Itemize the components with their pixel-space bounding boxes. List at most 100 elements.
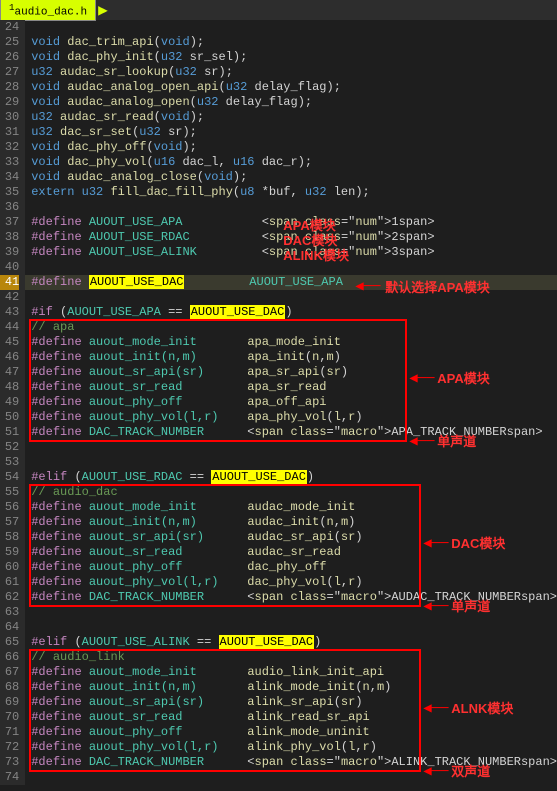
arrow-icon: ◀──: [409, 433, 434, 450]
code-editor[interactable]: 2425262728293031323334353637383940414243…: [0, 20, 557, 785]
label-dual-ch: 双声道: [451, 761, 490, 780]
line-number: 32: [0, 140, 19, 155]
line-number: 64: [0, 620, 19, 635]
line-number: 71: [0, 725, 19, 740]
line-number: 36: [0, 200, 19, 215]
line-number: 31: [0, 125, 19, 140]
code-line[interactable]: // apa: [25, 320, 557, 335]
line-number: 45: [0, 335, 19, 350]
line-number: 65: [0, 635, 19, 650]
code-line[interactable]: // audio_link: [25, 650, 557, 665]
code-line[interactable]: void dac_phy_off(void);: [25, 140, 557, 155]
line-number: 35: [0, 185, 19, 200]
line-number: 56: [0, 500, 19, 515]
code-line[interactable]: #define auout_phy_vol(l,r) alink_phy_vol…: [25, 740, 557, 755]
arrow-icon: ◀──: [355, 278, 380, 295]
line-number: 57: [0, 515, 19, 530]
tab-bar: 1audio_dac.h ▶: [0, 0, 557, 20]
label-default-sel: 默认选择APA模块: [385, 277, 489, 296]
label-alnk-block: ALNK模块: [451, 698, 513, 717]
line-number: 66: [0, 650, 19, 665]
code-line[interactable]: u32 dac_sr_set(u32 sr);: [25, 125, 557, 140]
code-line[interactable]: extern u32 fill_dac_fill_phy(u8 *buf, u3…: [25, 185, 557, 200]
line-number: 67: [0, 665, 19, 680]
line-number: 47: [0, 365, 19, 380]
code-line[interactable]: #define auout_phy_off apa_off_api: [25, 395, 557, 410]
code-line[interactable]: #define auout_mode_init audio_link_init_…: [25, 665, 557, 680]
line-number: 63: [0, 605, 19, 620]
line-number: 28: [0, 80, 19, 95]
code-line[interactable]: void audac_analog_open_api(u32 delay_fla…: [25, 80, 557, 95]
line-number: 33: [0, 155, 19, 170]
code-line[interactable]: #define auout_mode_init audac_mode_init: [25, 500, 557, 515]
code-line[interactable]: void dac_phy_vol(u16 dac_l, u16 dac_r);: [25, 155, 557, 170]
line-number: 25: [0, 35, 19, 50]
line-number: 49: [0, 395, 19, 410]
line-number: 48: [0, 380, 19, 395]
line-number: 34: [0, 170, 19, 185]
code-line[interactable]: [25, 455, 557, 470]
code-line[interactable]: #define auout_phy_off dac_phy_off: [25, 560, 557, 575]
label-single-ch: 单声道: [437, 431, 476, 450]
code-line[interactable]: #elif (AUOUT_USE_ALINK == AUOUT_USE_DAC): [25, 635, 557, 650]
code-line[interactable]: void dac_phy_init(u32 sr_sel);: [25, 50, 557, 65]
label-dac-block: DAC模块: [451, 533, 505, 552]
line-number: 43: [0, 305, 19, 320]
code-line[interactable]: [25, 620, 557, 635]
line-number: 55: [0, 485, 19, 500]
code-line[interactable]: #define auout_mode_init apa_mode_init: [25, 335, 557, 350]
line-number: 69: [0, 695, 19, 710]
code-line[interactable]: u32 audac_sr_read(void);: [25, 110, 557, 125]
line-number: 53: [0, 455, 19, 470]
line-number: 38: [0, 230, 19, 245]
line-number: 72: [0, 740, 19, 755]
line-number: 30: [0, 110, 19, 125]
code-line[interactable]: #define DAC_TRACK_NUMBER <span class="ma…: [25, 425, 557, 440]
line-number: 73: [0, 755, 19, 770]
arrow-icon: ◀──: [423, 535, 448, 552]
code-line[interactable]: void audac_analog_close(void);: [25, 170, 557, 185]
code-line[interactable]: #if (AUOUT_USE_APA == AUOUT_USE_DAC): [25, 305, 557, 320]
line-number: 46: [0, 350, 19, 365]
line-number: 39: [0, 245, 19, 260]
tab-arrow-icon: ▶: [98, 0, 108, 20]
code-line[interactable]: #define auout_init(n,m) apa_init(n,m): [25, 350, 557, 365]
arrow-icon: ◀──: [423, 700, 448, 717]
line-number: 41: [0, 275, 19, 290]
line-number: 40: [0, 260, 19, 275]
arrow-icon: ◀──: [409, 370, 434, 387]
line-number: 70: [0, 710, 19, 725]
code-line[interactable]: [25, 20, 557, 35]
code-line[interactable]: #define auout_init(n,m) audac_init(n,m): [25, 515, 557, 530]
line-number: 42: [0, 290, 19, 305]
line-number: 68: [0, 680, 19, 695]
code-line[interactable]: #define auout_phy_vol(l,r) apa_phy_vol(l…: [25, 410, 557, 425]
line-number: 62: [0, 590, 19, 605]
code-line[interactable]: #elif (AUOUT_USE_RDAC == AUOUT_USE_DAC): [25, 470, 557, 485]
code-content[interactable]: APA模块 DAC模块 ALINK模块 ◀── 默认选择APA模块 ◀── AP…: [25, 20, 557, 785]
line-number: 60: [0, 560, 19, 575]
line-number: 58: [0, 530, 19, 545]
line-number: 51: [0, 425, 19, 440]
arrow-icon: ◀──: [423, 598, 448, 615]
code-line[interactable]: void audac_analog_open(u32 delay_flag);: [25, 95, 557, 110]
file-tab[interactable]: 1audio_dac.h: [0, 0, 96, 21]
line-number: 50: [0, 410, 19, 425]
line-number: 24: [0, 20, 19, 35]
line-number: 59: [0, 545, 19, 560]
line-number: 52: [0, 440, 19, 455]
code-line[interactable]: #define auout_phy_off alink_mode_uninit: [25, 725, 557, 740]
line-number-gutter: 2425262728293031323334353637383940414243…: [0, 20, 25, 785]
line-number: 54: [0, 470, 19, 485]
line-number: 74: [0, 770, 19, 785]
line-number: 37: [0, 215, 19, 230]
code-line[interactable]: void dac_trim_api(void);: [25, 35, 557, 50]
code-line[interactable]: [25, 200, 557, 215]
code-line[interactable]: #define auout_phy_vol(l,r) dac_phy_vol(l…: [25, 575, 557, 590]
code-line[interactable]: // audio_dac: [25, 485, 557, 500]
line-number: 61: [0, 575, 19, 590]
code-line[interactable]: [25, 440, 557, 455]
code-line[interactable]: u32 audac_sr_lookup(u32 sr);: [25, 65, 557, 80]
code-line[interactable]: #define auout_init(n,m) alink_mode_init(…: [25, 680, 557, 695]
label-alink-mod: ALINK模块: [283, 245, 349, 264]
